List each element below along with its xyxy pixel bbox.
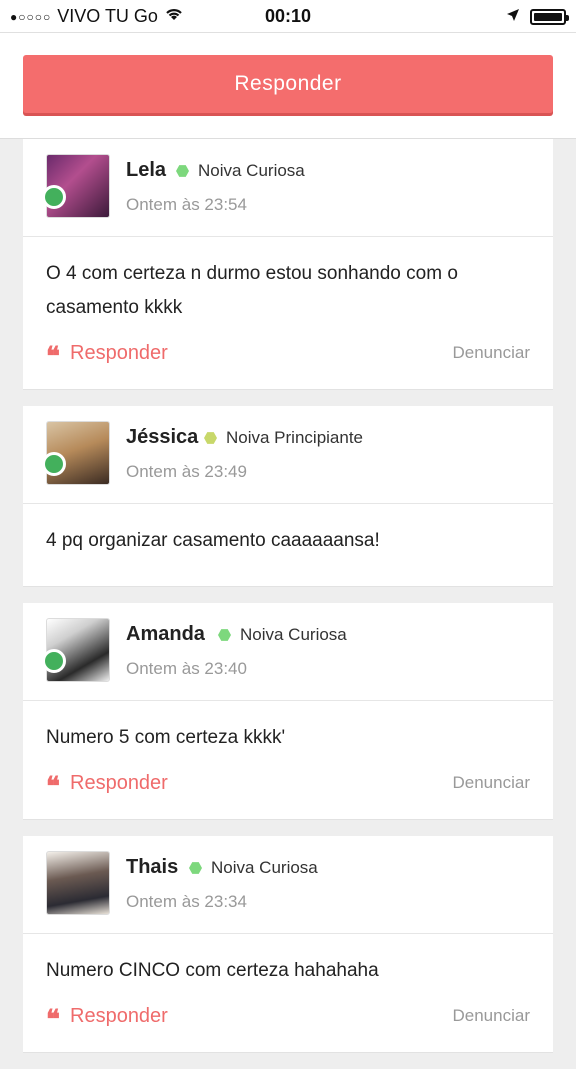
comment-feed: Lela Noiva Curiosa Ontem às 23:54 O 4 co…: [23, 139, 553, 1069]
comment-text: Numero 5 com certeza kkkk': [46, 727, 286, 748]
hexagon-badge-icon: [176, 165, 189, 177]
reply-button[interactable]: Responder: [23, 55, 553, 113]
quote-icon: ❝: [46, 772, 60, 802]
comment-header: Lela Noiva Curiosa Ontem às 23:54: [23, 139, 553, 237]
comment-card: Thais Noiva Curiosa Ontem às 23:34 Numer…: [23, 836, 553, 1053]
reply-panel: Responder: [0, 33, 576, 139]
comment-timestamp: Ontem às 23:40: [126, 659, 247, 678]
hexagon-badge-icon: [204, 432, 217, 444]
report-link[interactable]: Denunciar: [453, 1006, 531, 1026]
comment-text: Numero CINCO com certeza hahahaha: [46, 960, 379, 981]
rank-label: Noiva Curiosa: [240, 625, 347, 644]
author-name[interactable]: Jéssica: [126, 426, 198, 449]
comment-timestamp: Ontem às 23:54: [126, 195, 247, 214]
hexagon-badge-icon: [218, 629, 231, 641]
online-status-dot: [42, 452, 66, 476]
comment-header: Thais Noiva Curiosa Ontem às 23:34: [23, 836, 553, 934]
author-rank: Noiva Curiosa: [176, 161, 305, 181]
reply-label: Responder: [70, 771, 168, 794]
quote-icon: ❝: [46, 342, 60, 372]
reply-label: Responder: [70, 341, 168, 364]
reply-link[interactable]: ❝ Responder: [46, 1002, 168, 1035]
author-name[interactable]: Lela: [126, 159, 166, 182]
hexagon-badge-icon: [189, 862, 202, 874]
author-rank: Noiva Principiante: [204, 428, 363, 448]
clock: 00:10: [264, 6, 312, 26]
comment-card: Jéssica Noiva Principiante Ontem às 23:4…: [23, 406, 553, 587]
report-link[interactable]: Denunciar: [453, 343, 531, 363]
avatar[interactable]: [46, 851, 110, 915]
quote-icon: ❝: [46, 1005, 60, 1035]
author-rank: Noiva Curiosa: [189, 858, 318, 878]
reply-link[interactable]: ❝ Responder: [46, 339, 168, 372]
online-status-dot: [42, 649, 66, 673]
system-icons: [506, 6, 569, 27]
rank-label: Noiva Curiosa: [198, 161, 305, 180]
comment-actions: ❝ Responder Denunciar: [23, 755, 553, 819]
location-arrow-icon: [506, 6, 520, 27]
battery-icon: [530, 8, 569, 25]
comment-actions: ❝ Responder Denunciar: [23, 988, 553, 1052]
comment-timestamp: Ontem às 23:34: [126, 892, 247, 911]
comment-header: Amanda Noiva Curiosa Ontem às 23:40: [23, 603, 553, 701]
online-status-dot: [42, 185, 66, 209]
comment-text: 4 pq organizar casamento caaaaaansa!: [46, 530, 380, 551]
comment-card: Amanda Noiva Curiosa Ontem às 23:40 Nume…: [23, 603, 553, 820]
reply-label: Responder: [70, 1004, 168, 1027]
comment-card: Lela Noiva Curiosa Ontem às 23:54 O 4 co…: [23, 139, 553, 390]
author-name[interactable]: Thais: [126, 856, 178, 879]
reply-link[interactable]: ❝ Responder: [46, 769, 168, 802]
rank-label: Noiva Principiante: [226, 428, 364, 447]
report-link[interactable]: Denunciar: [453, 773, 531, 793]
status-bar: ●○○○○ VIVO TU Go 00:10: [0, 0, 576, 33]
author-name[interactable]: Amanda: [126, 623, 205, 646]
card-bottom-space: [23, 558, 553, 586]
comment-text: O 4 com certeza n durmo estou sonhando c…: [46, 263, 458, 318]
comment-timestamp: Ontem às 23:49: [126, 462, 247, 481]
rank-label: Noiva Curiosa: [211, 858, 318, 877]
comment-actions: ❝ Responder Denunciar: [23, 325, 553, 389]
author-rank: Noiva Curiosa: [218, 625, 347, 645]
comment-header: Jéssica Noiva Principiante Ontem às 23:4…: [23, 406, 553, 504]
